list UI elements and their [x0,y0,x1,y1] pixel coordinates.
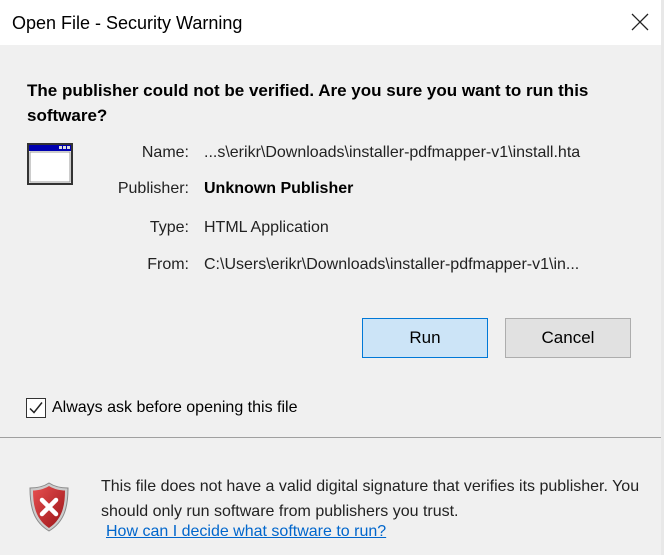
name-value: ...s\erikr\Downloads\installer-pdfmapper… [204,144,581,161]
from-value: C:\Users\erikr\Downloads\installer-pdfma… [204,256,580,273]
publisher-label: Publisher: [117,180,189,197]
signature-warning-message: This file does not have a valid digital … [101,478,640,520]
close-icon [631,13,649,31]
close-button[interactable] [626,8,654,36]
checkmark-icon [29,402,43,414]
always-ask-checkbox[interactable] [26,398,46,418]
run-button[interactable]: Run [362,318,488,358]
name-label: Name: [141,144,189,161]
window-title: Open File - Security Warning [12,13,243,33]
from-label: From: [147,256,189,273]
warning-heading: The publisher could not be verified. Are… [27,81,589,125]
type-label: Type: [149,219,189,236]
help-link[interactable]: How can I decide what software to run? [106,523,386,541]
cancel-button[interactable]: Cancel [505,318,631,358]
shield-error-icon [28,482,70,532]
always-ask-label[interactable]: Always ask before opening this file [52,399,297,417]
publisher-value: Unknown Publisher [204,180,354,197]
divider [0,437,661,438]
type-value: HTML Application [204,219,329,236]
